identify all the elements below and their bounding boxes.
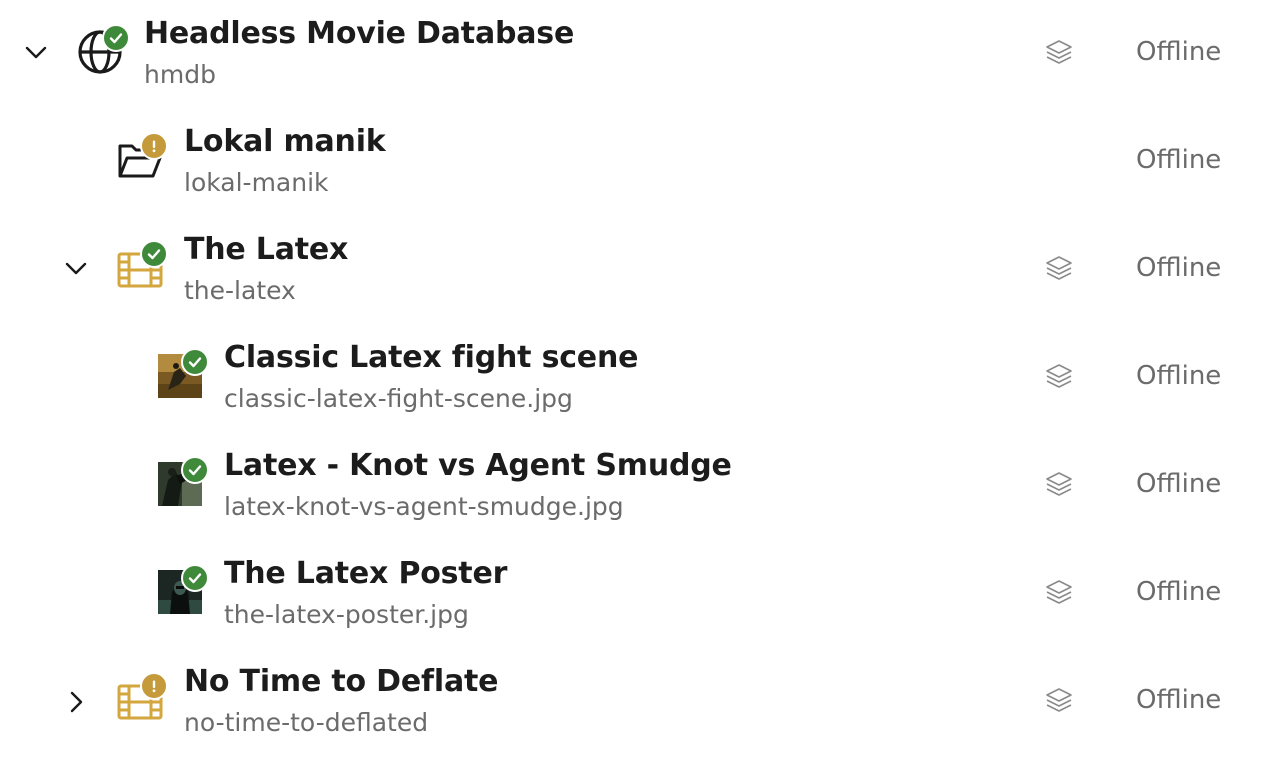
status-text: Offline — [1136, 685, 1222, 715]
row-slug: lokal-manik — [184, 168, 329, 197]
row-title[interactable]: Classic Latex fight scene — [224, 340, 638, 375]
layers-icon[interactable] — [1044, 578, 1074, 608]
status-text: Offline — [1136, 37, 1222, 67]
status-text: Offline — [1136, 145, 1222, 175]
row-slug: no-time-to-deflated — [184, 708, 429, 737]
status-warning-badge — [140, 132, 168, 160]
layers-icon[interactable] — [1044, 686, 1074, 716]
row-title[interactable]: Headless Movie Database — [144, 16, 574, 51]
tree-row-classic-latex-fight-scene[interactable]: Classic Latex fight scene classic-latex-… — [0, 324, 1268, 432]
status-check-badge — [181, 564, 209, 592]
row-title[interactable]: The Latex — [184, 232, 348, 267]
chevron-down-icon[interactable] — [24, 40, 48, 64]
layers-icon[interactable] — [1044, 362, 1074, 392]
status-check-badge — [140, 240, 168, 268]
layers-icon[interactable] — [1044, 470, 1074, 500]
layers-icon[interactable] — [1044, 254, 1074, 284]
row-slug: latex-knot-vs-agent-smudge.jpg — [224, 492, 624, 521]
row-slug: the-latex-poster.jpg — [224, 600, 469, 629]
row-slug: the-latex — [184, 276, 296, 305]
chevron-right-icon[interactable] — [64, 690, 88, 714]
layers-icon[interactable] — [1044, 38, 1074, 68]
row-slug: hmdb — [144, 60, 216, 89]
status-check-badge — [181, 348, 209, 376]
chevron-down-icon[interactable] — [64, 256, 88, 280]
status-warning-badge — [140, 672, 168, 700]
status-check-badge — [102, 24, 130, 52]
row-slug: classic-latex-fight-scene.jpg — [224, 384, 573, 413]
tree-row-lokal-manik[interactable]: Lokal manik lokal-manik Offline — [0, 108, 1268, 216]
tree-row-latex-knot-vs-agent-smudge[interactable]: Latex - Knot vs Agent Smudge latex-knot-… — [0, 432, 1268, 540]
tree-row-hmdb[interactable]: Headless Movie Database hmdb Offline — [0, 0, 1268, 108]
tree-row-the-latex-poster[interactable]: The Latex Poster the-latex-poster.jpg Of… — [0, 540, 1268, 648]
status-check-badge — [181, 456, 209, 484]
tree-row-the-latex[interactable]: The Latex the-latex Offline — [0, 216, 1268, 324]
row-title[interactable]: No Time to Deflate — [184, 664, 498, 699]
status-text: Offline — [1136, 469, 1222, 499]
row-title[interactable]: Latex - Knot vs Agent Smudge — [224, 448, 732, 483]
status-text: Offline — [1136, 361, 1222, 391]
status-text: Offline — [1136, 577, 1222, 607]
status-text: Offline — [1136, 253, 1222, 283]
row-title[interactable]: Lokal manik — [184, 124, 386, 159]
row-title[interactable]: The Latex Poster — [224, 556, 507, 591]
tree-row-no-time-to-deflate[interactable]: No Time to Deflate no-time-to-deflated O… — [0, 648, 1268, 756]
content-tree: Headless Movie Database hmdb Offline Lok… — [0, 0, 1268, 766]
